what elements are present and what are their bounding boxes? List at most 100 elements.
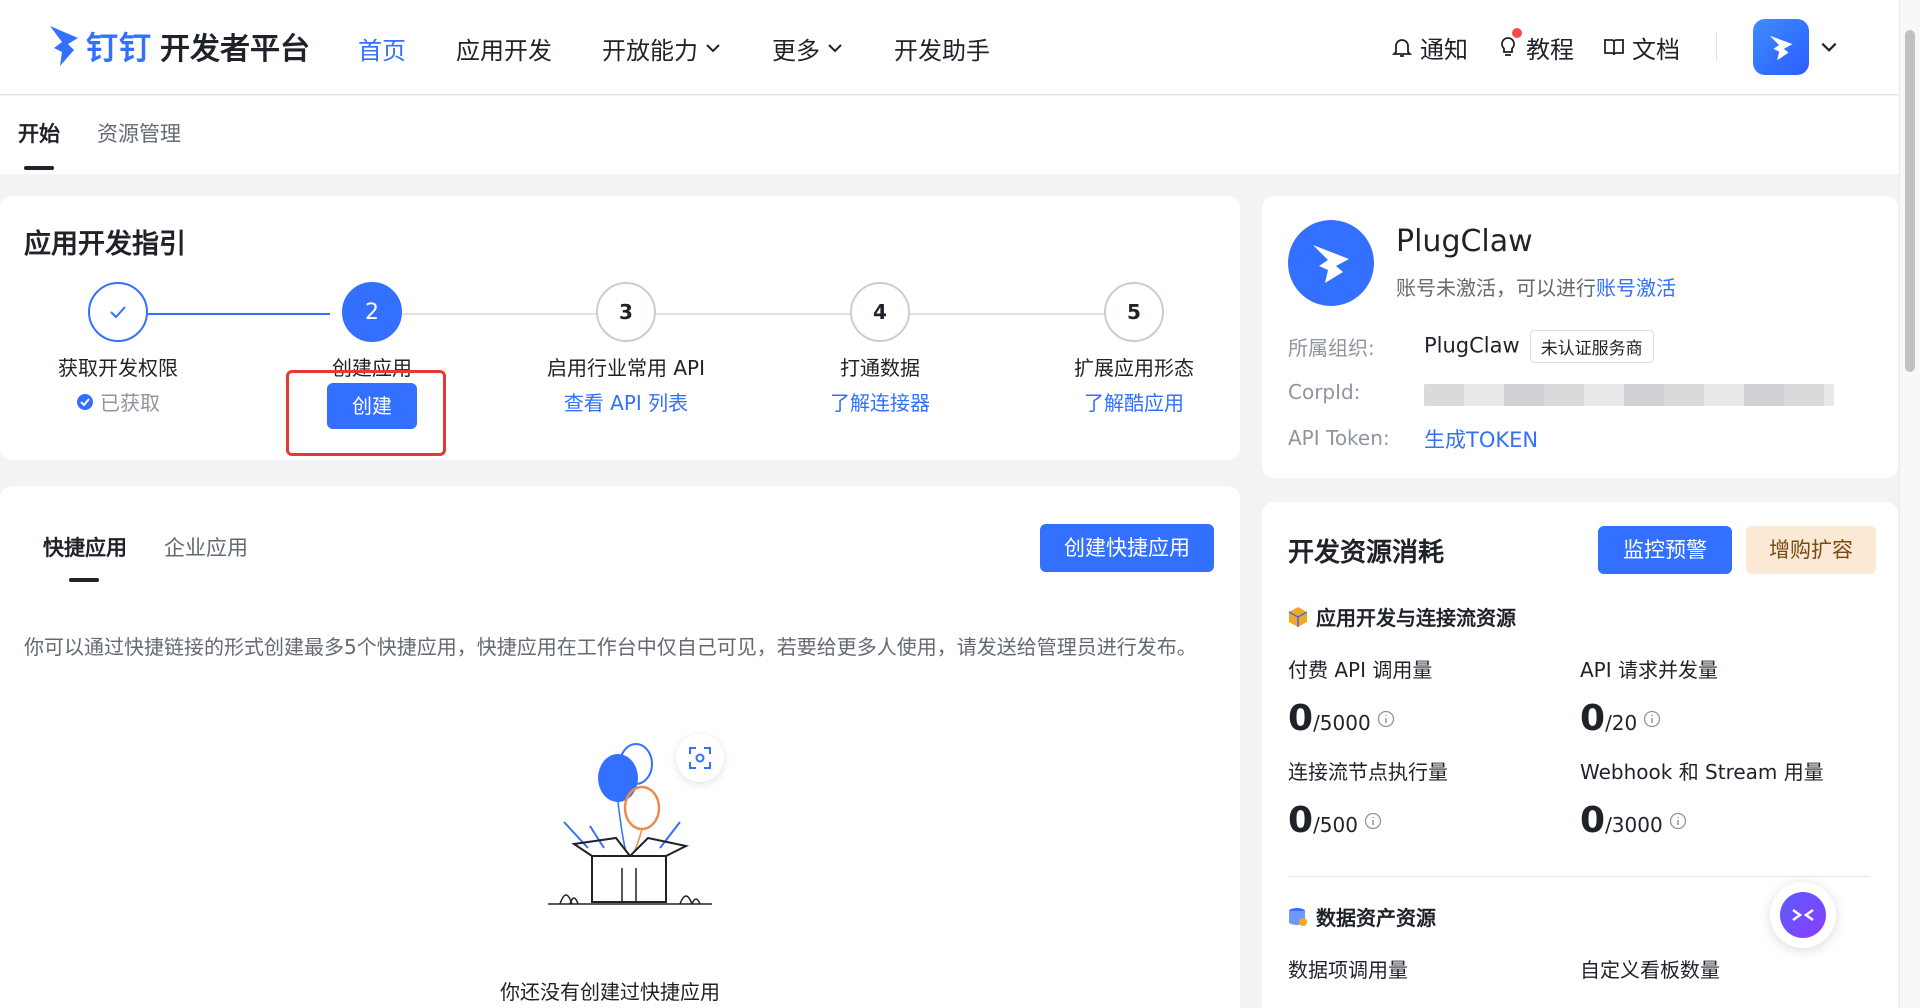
book-icon [1604, 39, 1624, 56]
nav-item-more[interactable]: 更多 [772, 28, 844, 68]
info-icon[interactable] [1364, 812, 1382, 830]
learn-connector-link[interactable]: 了解连接器 [750, 387, 1010, 416]
quick-app-card: 快捷应用 企业应用 创建快捷应用 你可以通过快捷链接的形式创建最多5个快捷应用，… [0, 486, 1240, 1008]
assistant-icon [1792, 908, 1814, 922]
section-data-asset-resources: 数据资产资源 [1288, 902, 1436, 931]
nav-item-open-abilities[interactable]: 开放能力 [602, 28, 722, 68]
chevron-down-icon [706, 44, 720, 53]
org-value: PlugClaw [1424, 333, 1520, 358]
info-icon[interactable] [1643, 710, 1661, 728]
status-text: 账号未激活，可以进行 [1396, 276, 1596, 300]
nav-label: 开发助手 [894, 36, 990, 65]
metric-total: /5000 [1313, 711, 1371, 735]
api-token-label: API Token: [1288, 426, 1390, 450]
nav-item-app-dev[interactable]: 应用开发 [456, 28, 552, 68]
org-label: 所属组织: [1288, 336, 1375, 360]
step-circle: 3 [596, 282, 656, 342]
nav-label: 首页 [358, 36, 406, 65]
logo-subtitle: 开发者平台 [160, 32, 311, 67]
step-label: 启用行业常用 API [547, 356, 705, 380]
quick-app-description: 你可以通过快捷链接的形式创建最多5个快捷应用，快捷应用在工作台中仅自己可见，若要… [24, 635, 1197, 659]
guide-step-1: 获取开发权限 已获取 [0, 282, 248, 416]
metric-used: 0 [1580, 698, 1606, 739]
profile-name: PlugClaw [1396, 224, 1533, 259]
learn-cool-app-link[interactable]: 了解酷应用 [1004, 387, 1264, 416]
docs-link[interactable]: 文档 [1602, 30, 1680, 65]
metric-label: 连接流节点执行量 [1288, 760, 1448, 784]
database-icon [1289, 907, 1307, 926]
dev-guide-card: 应用开发指引 获取开发权限 已获取 2 创建应用 创建 3 启用行业常用 API… [0, 196, 1240, 460]
metric-value: 0/5000 [1288, 698, 1395, 739]
scan-qr-icon [689, 747, 711, 769]
tutorial-link[interactable]: 教程 [1496, 27, 1574, 65]
org-avatar [1288, 220, 1374, 306]
step-circle: 5 [1104, 282, 1164, 342]
step-circle: 2 [342, 282, 402, 342]
create-quick-app-button[interactable]: 创建快捷应用 [1040, 524, 1214, 572]
logo-text: 钉钉 [86, 29, 153, 67]
metric-total: /3000 [1605, 813, 1663, 837]
notify-link[interactable]: 通知 [1390, 30, 1468, 65]
dingtalk-logo[interactable]: 钉钉 开发者平台 [46, 18, 310, 74]
nav-label: 应用开发 [456, 36, 552, 65]
resources-title: 开发资源消耗 [1288, 538, 1445, 568]
tab-resource-management[interactable]: 资源管理 [97, 118, 181, 148]
floating-assistant-button[interactable] [1770, 882, 1836, 948]
metric-value: 0/500 [1288, 800, 1382, 841]
chevron-down-icon[interactable] [1819, 37, 1839, 57]
guide-step-5: 5 扩展应用形态 了解酷应用 [1004, 282, 1264, 416]
metric-value: 0/20 [1580, 698, 1661, 739]
metric-value: 0/3000 [1580, 800, 1687, 841]
bell-icon [1391, 39, 1413, 57]
dingtalk-app-icon [1313, 245, 1349, 283]
sub-tabs: 开始 资源管理 [0, 96, 1899, 174]
guide-step-4: 4 打通数据 了解连接器 [750, 282, 1010, 416]
docs-label: 文档 [1632, 35, 1680, 64]
metric-total: /500 [1313, 813, 1358, 837]
cube-icon [1288, 606, 1308, 627]
nav-item-dev-assistant[interactable]: 开发助手 [894, 28, 990, 68]
metric-used: 0 [1288, 698, 1314, 739]
expand-capacity-button[interactable]: 增购扩容 [1746, 526, 1876, 574]
metric-total: /20 [1605, 711, 1638, 735]
highlight-box [286, 370, 446, 456]
tab-start[interactable]: 开始 [18, 118, 60, 148]
top-nav: 钉钉 开发者平台 首页 应用开发 开放能力 更多 开发助手 通知 教程 文档 [0, 0, 1899, 95]
main-nav: 首页 应用开发 开放能力 更多 开发助手 [358, 28, 1040, 68]
info-icon[interactable] [1669, 812, 1687, 830]
step-status: 已获取 [0, 387, 248, 416]
nav-right: 通知 教程 文档 [1362, 18, 1839, 76]
step-label: 扩展应用形态 [1074, 356, 1194, 380]
metric-label: API 请求并发量 [1580, 658, 1718, 682]
notification-dot [1512, 27, 1522, 38]
monitor-alert-button[interactable]: 监控预警 [1598, 526, 1732, 574]
check-icon [110, 306, 126, 319]
user-avatar[interactable] [1753, 19, 1809, 75]
scan-icon[interactable] [676, 734, 724, 782]
section-divider [1288, 876, 1870, 877]
account-status: 账号未激活，可以进行账号激活 [1396, 272, 1676, 301]
metric-label: 付费 API 调用量 [1288, 658, 1433, 682]
page-scrollbar[interactable] [1899, 0, 1920, 1008]
nav-item-home[interactable]: 首页 [358, 28, 406, 68]
lightbulb-icon [1501, 37, 1515, 56]
corpid-label: CorpId: [1288, 380, 1361, 404]
step-circle [88, 282, 148, 342]
corpid-value-redacted [1424, 384, 1834, 406]
step-label: 打通数据 [840, 356, 920, 380]
scrollbar-thumb[interactable] [1905, 30, 1915, 372]
profile-card: PlugClaw 账号未激活，可以进行账号激活 所属组织: PlugClaw 未认… [1262, 196, 1898, 478]
assistant-icon-bg [1780, 892, 1826, 938]
org-value-row: PlugClaw 未认证服务商 [1424, 330, 1654, 363]
tutorial-label: 教程 [1526, 35, 1574, 64]
tab-enterprise-app[interactable]: 企业应用 [164, 532, 248, 562]
activate-account-link[interactable]: 账号激活 [1596, 276, 1676, 300]
dingtalk-app-icon [1769, 35, 1793, 61]
tab-quick-app[interactable]: 快捷应用 [43, 532, 127, 562]
dingtalk-logo-icon [50, 26, 78, 66]
view-api-list-link[interactable]: 查看 API 列表 [496, 387, 756, 416]
empty-state-text: 你还没有创建过快捷应用 [500, 980, 720, 1004]
info-icon[interactable] [1377, 710, 1395, 728]
nav-divider [1716, 33, 1717, 61]
generate-token-link[interactable]: 生成TOKEN [1424, 424, 1538, 454]
